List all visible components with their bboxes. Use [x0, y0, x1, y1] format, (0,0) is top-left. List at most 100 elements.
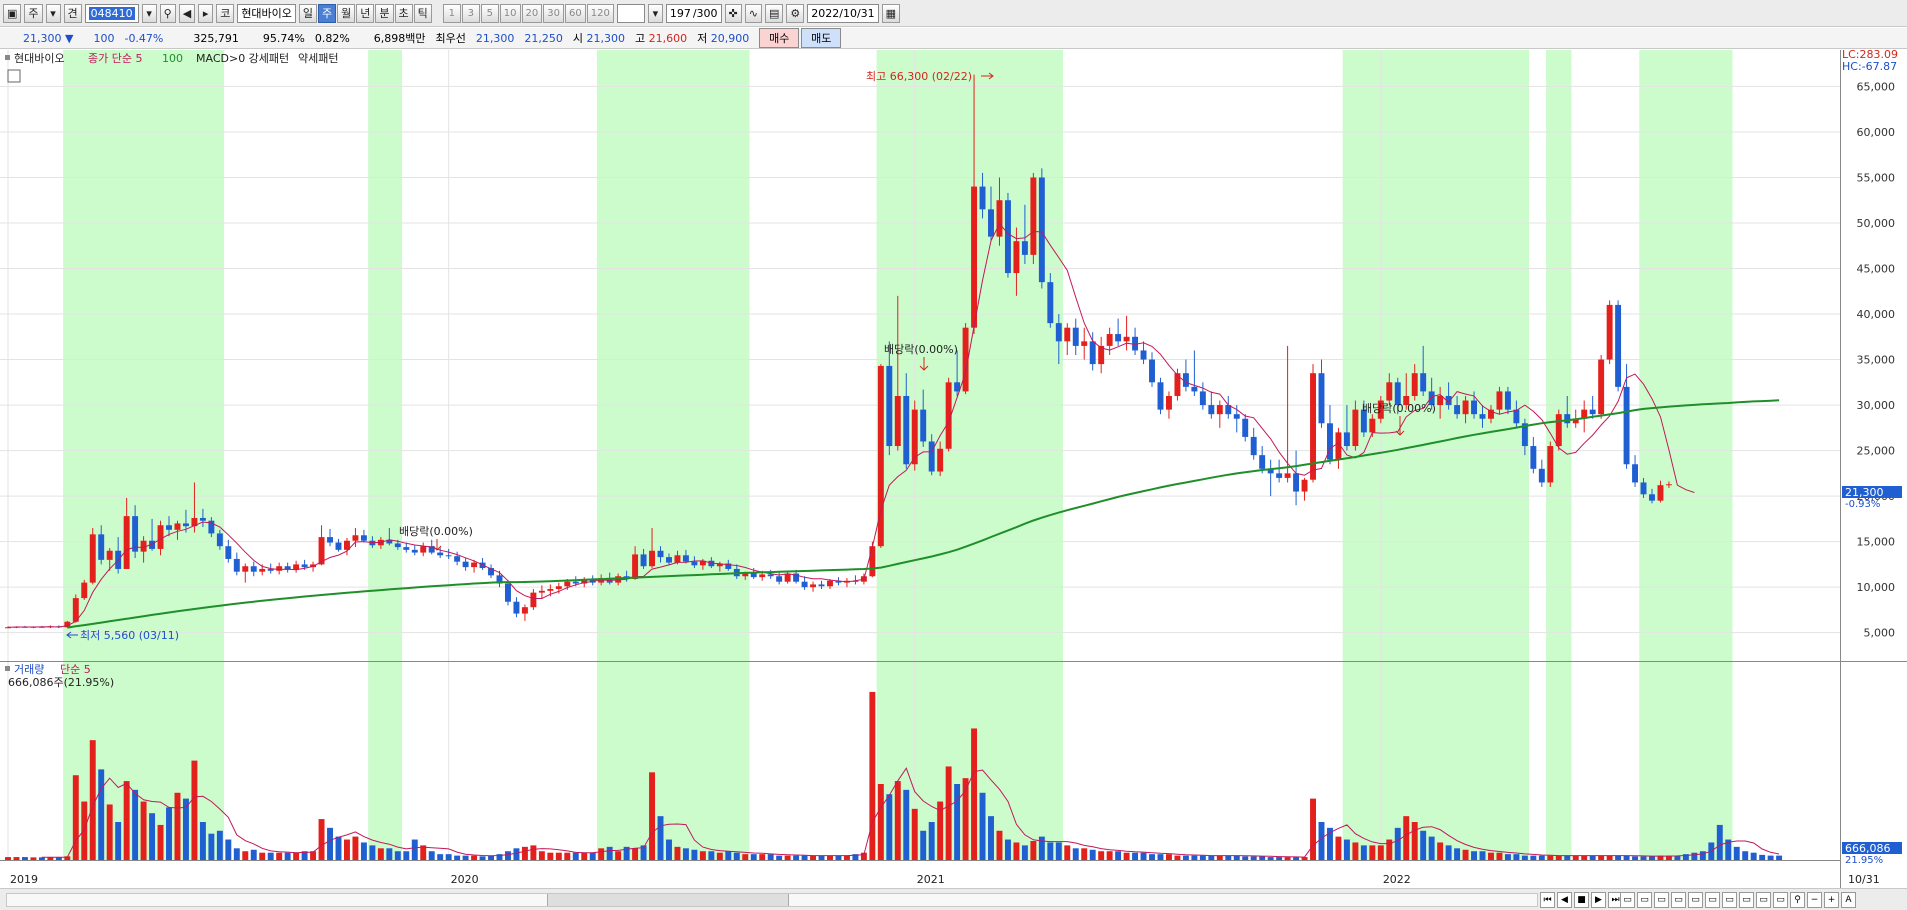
- interval-button[interactable]: 20: [521, 3, 543, 23]
- quote-bar: 21,300 ▼ 100 -0.47% 325,791 95.74% 0.82%…: [0, 28, 1907, 49]
- date-tick-label: 2021: [917, 873, 945, 886]
- price-tick-label: 30,000: [1857, 399, 1896, 412]
- volume-bar: [1538, 855, 1545, 860]
- volume-bar: [394, 851, 401, 860]
- zoom-out-icon[interactable]: −: [1807, 892, 1822, 908]
- layout8-icon[interactable]: ▭: [1739, 892, 1754, 908]
- first-icon[interactable]: ⏮: [1540, 892, 1555, 908]
- candle-body: [462, 561, 469, 568]
- interval-button[interactable]: 10: [499, 3, 521, 23]
- volume-bar: [1428, 836, 1435, 860]
- volume-bar: [1606, 855, 1613, 860]
- save-icon[interactable]: ▤: [764, 3, 784, 23]
- zoom-in-icon[interactable]: +: [1824, 892, 1839, 908]
- stop-icon[interactable]: ■: [1574, 892, 1589, 908]
- candle-body: [1165, 395, 1172, 410]
- bid-price: 21,250: [524, 31, 563, 45]
- candle-body: [666, 557, 672, 563]
- stock-code-input[interactable]: 048410: [84, 3, 139, 23]
- volume-bar: [564, 852, 571, 860]
- kind-selector[interactable]: 주: [24, 3, 43, 23]
- code-dropdown-icon[interactable]: ▾: [141, 3, 157, 23]
- prev-stock-icon[interactable]: ◀: [178, 3, 196, 23]
- grid-toggle-icon[interactable]: [7, 69, 21, 83]
- market-button[interactable]: 견: [63, 3, 82, 23]
- volume-bar: [1555, 855, 1562, 860]
- period-button[interactable]: 분: [375, 3, 394, 23]
- candle-body: [1318, 373, 1325, 424]
- layout3-icon[interactable]: ▭: [1654, 892, 1669, 908]
- font-icon[interactable]: A: [1841, 892, 1856, 908]
- layout7-icon[interactable]: ▭: [1722, 892, 1737, 908]
- next-icon[interactable]: ▶: [1591, 892, 1606, 908]
- volume-bar: [547, 852, 554, 860]
- horizontal-scrollbar[interactable]: [6, 893, 1538, 907]
- candle-body: [276, 566, 283, 571]
- volume-bar: [1030, 841, 1037, 860]
- volume-bar: [1343, 839, 1350, 860]
- period-button[interactable]: 일: [298, 3, 318, 23]
- candle-body: [216, 533, 223, 547]
- candle-body: [1038, 177, 1045, 283]
- period-button[interactable]: 초: [394, 3, 413, 23]
- volume-bar: [928, 822, 935, 860]
- volume-bar: [1174, 855, 1181, 860]
- volume-bar: [1742, 851, 1749, 860]
- window-icon[interactable]: ▣: [3, 3, 22, 23]
- period-button[interactable]: 년: [356, 3, 375, 23]
- layout6-icon[interactable]: ▭: [1705, 892, 1720, 908]
- next-stock-icon[interactable]: ▸: [198, 3, 214, 23]
- candle-body: [564, 581, 571, 587]
- period-button[interactable]: 틱: [413, 3, 432, 23]
- volume-bar: [411, 839, 418, 860]
- layout-icon[interactable]: ▭: [1620, 892, 1635, 908]
- volume-bar: [1750, 852, 1757, 860]
- interval-button[interactable]: 120: [586, 3, 614, 23]
- volume-bar: [767, 854, 774, 860]
- layout10-icon[interactable]: ▭: [1773, 892, 1788, 908]
- sell-button[interactable]: 매도: [801, 28, 842, 48]
- calendar-icon[interactable]: ▦: [881, 3, 901, 23]
- candle-body: [1233, 414, 1240, 419]
- scrollbar-thumb[interactable]: [547, 894, 789, 906]
- buy-button[interactable]: 매수: [759, 28, 800, 48]
- candle-body: [903, 395, 910, 465]
- date-axis: 2019 2020 2021 2022: [0, 860, 1840, 886]
- volume-bar: [1394, 827, 1401, 860]
- interval-button[interactable]: 1: [442, 3, 461, 23]
- interval-button[interactable]: 30: [543, 3, 564, 23]
- dropdown-icon[interactable]: ▾: [45, 3, 61, 23]
- period-button[interactable]: 월: [337, 3, 356, 23]
- period-button[interactable]: 주: [318, 3, 337, 23]
- volume-bar: [911, 808, 918, 860]
- volume-bar: [1699, 851, 1706, 860]
- interval-button[interactable]: 5: [480, 3, 499, 23]
- zoom-icon[interactable]: ⚲: [1790, 892, 1805, 908]
- candle-body: [1530, 446, 1537, 469]
- volume-bar: [1064, 845, 1071, 860]
- interval-button[interactable]: 3: [461, 3, 480, 23]
- prev-icon[interactable]: ◀: [1557, 892, 1572, 908]
- volume-bar: [1471, 851, 1477, 860]
- layout5-icon[interactable]: ▭: [1688, 892, 1703, 908]
- candle-body: [1606, 304, 1613, 360]
- stock-chart[interactable]: 5,00010,00015,00020,00025,00030,00035,00…: [0, 50, 1907, 888]
- layout9-icon[interactable]: ▭: [1756, 892, 1771, 908]
- layout4-icon[interactable]: ▭: [1671, 892, 1686, 908]
- volume-bar: [1369, 845, 1376, 860]
- interval-custom-input[interactable]: [616, 3, 645, 23]
- indicator-icon[interactable]: ∿: [744, 3, 762, 23]
- candle-body: [1496, 391, 1503, 410]
- count-input[interactable]: 197/300: [665, 3, 722, 23]
- search-icon[interactable]: ⚲: [159, 3, 176, 23]
- layout2-icon[interactable]: ▭: [1637, 892, 1652, 908]
- interval-dropdown-icon[interactable]: ▾: [647, 3, 663, 23]
- candle-body: [530, 592, 537, 608]
- date-input[interactable]: 2022/10/31: [807, 3, 879, 23]
- gear-icon[interactable]: ⚙: [786, 3, 805, 23]
- volume-bar: [1318, 822, 1325, 860]
- macd-band: [596, 50, 750, 860]
- interval-button[interactable]: 60: [565, 3, 586, 23]
- crosshair-icon[interactable]: ✜: [724, 3, 742, 23]
- volume-bar: [1547, 855, 1554, 860]
